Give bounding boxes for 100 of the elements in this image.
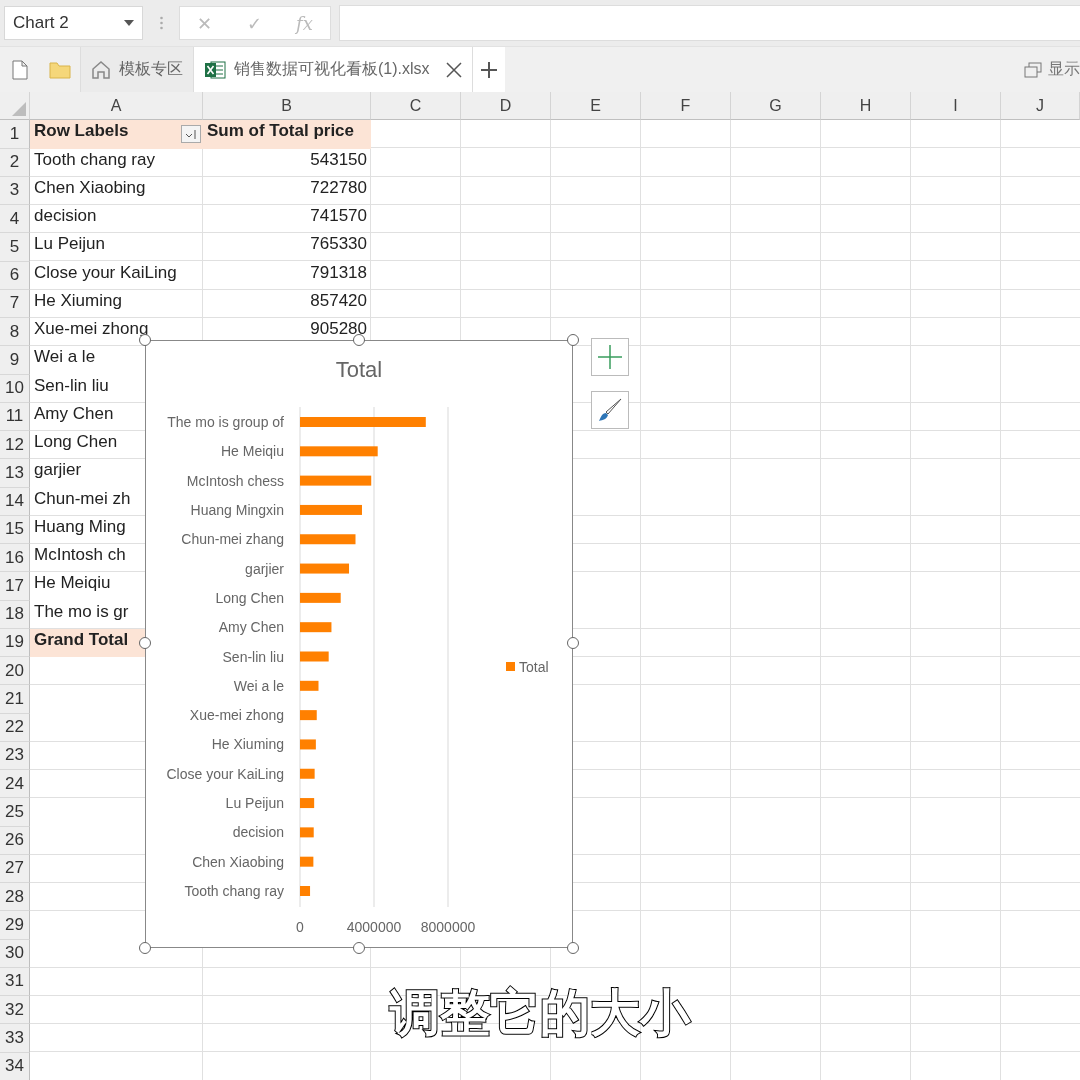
row-header[interactable]: 21 (0, 685, 30, 714)
row-header[interactable]: 15 (0, 515, 30, 544)
bar (300, 592, 341, 603)
row-header[interactable]: 13 (0, 459, 30, 488)
legend-swatch (506, 662, 515, 671)
sort-arrow-icon (185, 128, 197, 140)
tab-label: 销售数据可视化看板(1).xlsx (234, 59, 430, 79)
bar (300, 739, 316, 750)
table-cell-text: Sen-lin liu (33, 375, 110, 394)
column-header[interactable]: C (371, 92, 461, 121)
new-file-icon[interactable] (12, 59, 28, 80)
brush-icon (597, 397, 623, 423)
plus-icon (480, 61, 497, 78)
row-header[interactable]: 29 (0, 911, 30, 940)
row-header[interactable]: 23 (0, 741, 30, 770)
window-icon[interactable] (1024, 61, 1042, 78)
row-header[interactable]: 12 (0, 431, 30, 460)
bar (300, 798, 315, 809)
column-header[interactable]: F (641, 92, 731, 121)
category-label: McIntosh chess (186, 472, 284, 489)
row-header[interactable]: 32 (0, 996, 30, 1025)
bar (300, 504, 362, 515)
chart-elements-button[interactable] (591, 338, 629, 376)
table-cell-text: Grand Total (33, 629, 130, 648)
bar (300, 563, 350, 574)
table-cell-text: Tooth chang ray (33, 149, 156, 168)
chart-style-button[interactable] (591, 391, 629, 429)
row-header[interactable]: 33 (0, 1024, 30, 1053)
row-header[interactable]: 9 (0, 346, 30, 375)
row-header[interactable]: 1 (0, 120, 30, 149)
row-header[interactable]: 19 (0, 628, 30, 657)
row-header[interactable]: 26 (0, 826, 30, 855)
display-label[interactable]: 显示 (1048, 59, 1080, 80)
category-label: Huang Mingxin (190, 501, 284, 518)
table-cell-text: 905280 (309, 319, 368, 337)
table-cell-text: Lu Peijun (33, 234, 106, 253)
legend-label: Total (519, 659, 549, 675)
table-cell-text: 741570 (309, 206, 368, 224)
row-header[interactable]: 34 (0, 1052, 30, 1080)
file-tab[interactable]: 销售数据可视化看板(1).xlsx (193, 47, 472, 92)
category-label: The mo is group of (167, 414, 284, 430)
name-box[interactable]: Chart 2 (4, 6, 143, 40)
category-label: Lu Peijun (225, 795, 284, 812)
table-cell-text: Long Chen (33, 432, 119, 450)
column-header[interactable]: G (731, 92, 821, 121)
table-cell-text: McIntosh ch (33, 545, 127, 563)
axis-tick-label: 4000000 (346, 919, 402, 935)
row-header[interactable]: 22 (0, 713, 30, 742)
row-header[interactable]: 31 (0, 967, 30, 996)
column-header[interactable]: A (30, 92, 203, 121)
table-cell-text: Chen Xiaobing (33, 177, 147, 196)
row-header[interactable]: 10 (0, 374, 30, 403)
row-header[interactable]: 11 (0, 402, 30, 431)
row-header[interactable]: 5 (0, 233, 30, 262)
column-header[interactable]: H (821, 92, 911, 121)
bar (300, 651, 329, 662)
row-header[interactable]: 16 (0, 544, 30, 573)
column-header[interactable]: J (1001, 92, 1080, 121)
category-label: Amy Chen (218, 619, 284, 636)
row-header[interactable]: 6 (0, 261, 30, 290)
row-header[interactable]: 24 (0, 770, 30, 799)
formula-field[interactable] (339, 5, 1080, 41)
table-cell-text: The mo is gr (33, 601, 130, 620)
row-header[interactable]: 14 (0, 487, 30, 516)
bar (300, 710, 317, 721)
row-header[interactable]: 20 (0, 657, 30, 686)
category-label: He Meiqiu (220, 443, 284, 460)
row-header[interactable]: 7 (0, 289, 30, 318)
bar (300, 768, 315, 779)
home-icon (91, 60, 111, 79)
row-header[interactable]: 8 (0, 318, 30, 347)
table-cell-text: 543150 (309, 149, 368, 168)
row-header[interactable]: 28 (0, 883, 30, 912)
column-header[interactable]: E (551, 92, 641, 121)
column-header[interactable]: D (461, 92, 551, 121)
column-header[interactable]: I (911, 92, 1001, 121)
column-header[interactable]: B (203, 92, 371, 121)
row-header[interactable]: 25 (0, 798, 30, 827)
row-header[interactable]: 2 (0, 148, 30, 177)
row-header[interactable]: 27 (0, 854, 30, 883)
close-icon[interactable] (445, 61, 462, 78)
table-cell-text: Xue-mei zhong (33, 319, 150, 337)
new-tab-button[interactable] (471, 47, 505, 92)
row-header[interactable]: 4 (0, 205, 30, 234)
bar (300, 475, 372, 486)
row-header[interactable]: 18 (0, 600, 30, 629)
row-header[interactable]: 30 (0, 939, 30, 968)
row-header[interactable]: 17 (0, 572, 30, 601)
category-label: Close your KaiLing (166, 765, 284, 782)
file-tab[interactable]: 模板专区 (80, 47, 193, 92)
column-label: Row Labels (33, 121, 130, 140)
table-cell-text: 722780 (309, 177, 368, 196)
category-label: Long Chen (215, 589, 284, 606)
tab-label: 模板专区 (119, 59, 183, 79)
table-cell-text: 791318 (309, 262, 368, 281)
bar (300, 534, 356, 545)
chart[interactable] (145, 340, 573, 948)
chart-title: Total (335, 357, 383, 382)
row-header[interactable]: 3 (0, 176, 30, 205)
category-label: decision (232, 824, 284, 841)
